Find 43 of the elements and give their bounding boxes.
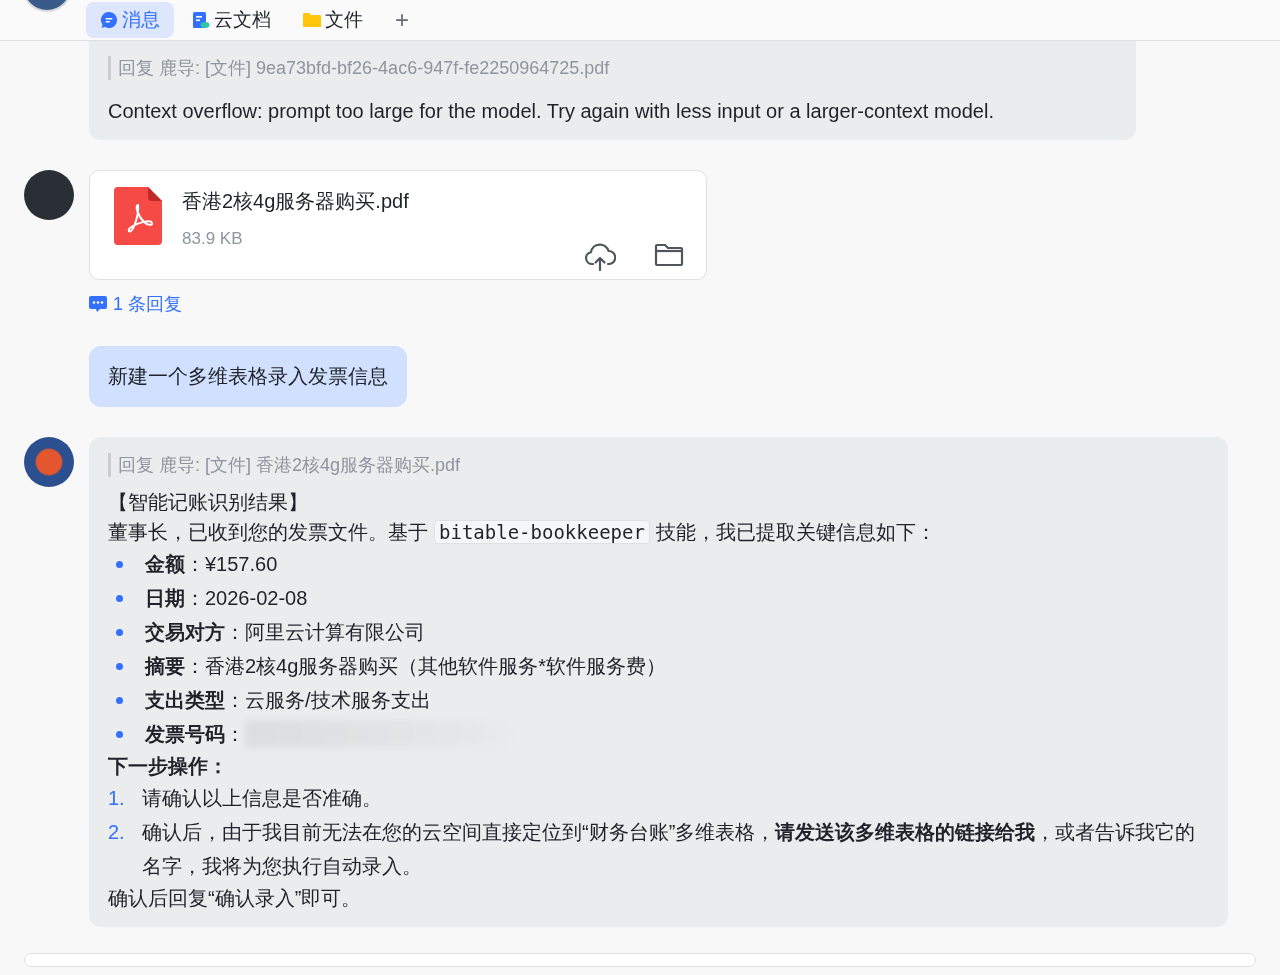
bullet-icon xyxy=(116,730,123,738)
list-number: 2. xyxy=(108,820,126,845)
bullet-icon xyxy=(116,628,123,636)
message-text: 技能，我已提取关键信息如下： xyxy=(655,521,936,543)
message-text: 确认后回复“确认录入”即可。 xyxy=(108,886,363,911)
tab[interactable]: 文件 xyxy=(289,2,377,38)
avatar xyxy=(24,437,74,487)
message-bubble: 新建一个多维表格录入发票信息 xyxy=(89,346,407,407)
tab[interactable]: 消息 xyxy=(86,2,174,38)
field-text: 交易对方：阿里云计算有限公司 xyxy=(145,620,425,645)
comment-icon xyxy=(89,295,107,313)
file-name: 香港2核4g服务器购买.pdf xyxy=(182,189,409,214)
field-text: 日期：2026-02-08 xyxy=(145,586,308,611)
bullet-icon xyxy=(116,560,123,568)
field-text: 发票号码： xyxy=(145,722,245,747)
thread-replies-link[interactable]: 1 条回复 xyxy=(89,292,707,316)
bullet-icon xyxy=(116,662,123,670)
message-text: 董事长，已收到您的发票文件。基于 xyxy=(108,521,428,543)
field-text: 金额：¥157.60 xyxy=(145,552,278,577)
folder-icon xyxy=(303,12,321,28)
skill-name-code: bitable-bookkeeper xyxy=(434,520,650,544)
message-input-field[interactable] xyxy=(24,953,1256,967)
field-text: 摘要：香港2核4g服务器购买（其他软件服务*软件服务费） xyxy=(145,654,667,679)
tab[interactable]: 云文档 xyxy=(178,2,285,38)
step-text: 请确认以上信息是否准确。 xyxy=(142,786,382,811)
document-icon xyxy=(192,11,210,29)
file-size: 83.9 KB xyxy=(182,229,244,249)
message-title: 【智能记账识别结果】 xyxy=(108,490,309,515)
section-title: 下一步操作： xyxy=(108,754,229,779)
list-number: 1. xyxy=(108,786,126,811)
folder-icon[interactable] xyxy=(654,243,684,267)
bullet-icon xyxy=(116,696,123,704)
field-text: 支出类型：云服务/技术服务支出 xyxy=(145,688,431,713)
message-text: Context overflow: prompt too large for the model. Try again with less input or a larger-context model. xyxy=(108,99,995,124)
avatar xyxy=(24,170,74,220)
cloud-upload-icon[interactable] xyxy=(584,243,616,271)
bullet-icon xyxy=(116,594,123,602)
pdf-file-icon xyxy=(114,187,162,245)
reply-quote: 回复 鹿导: [文件] 9ea73bfd-bf26-4ac6-947f-fe2250964725.pdf xyxy=(108,56,1117,80)
chat-bubble-icon xyxy=(100,11,118,29)
step-text: 确认后，由于我目前无法在您的云空间直接定位到“财务台账”多维表格，请发送该多维表格的链接给我，或者告诉我它的名字，我将为您执行自动录入。 xyxy=(142,820,1197,879)
reply-quote: 回复 鹿导: [文件] 香港2核4g服务器购买.pdf xyxy=(108,453,1209,477)
add-tab-button[interactable]: + xyxy=(381,2,423,38)
